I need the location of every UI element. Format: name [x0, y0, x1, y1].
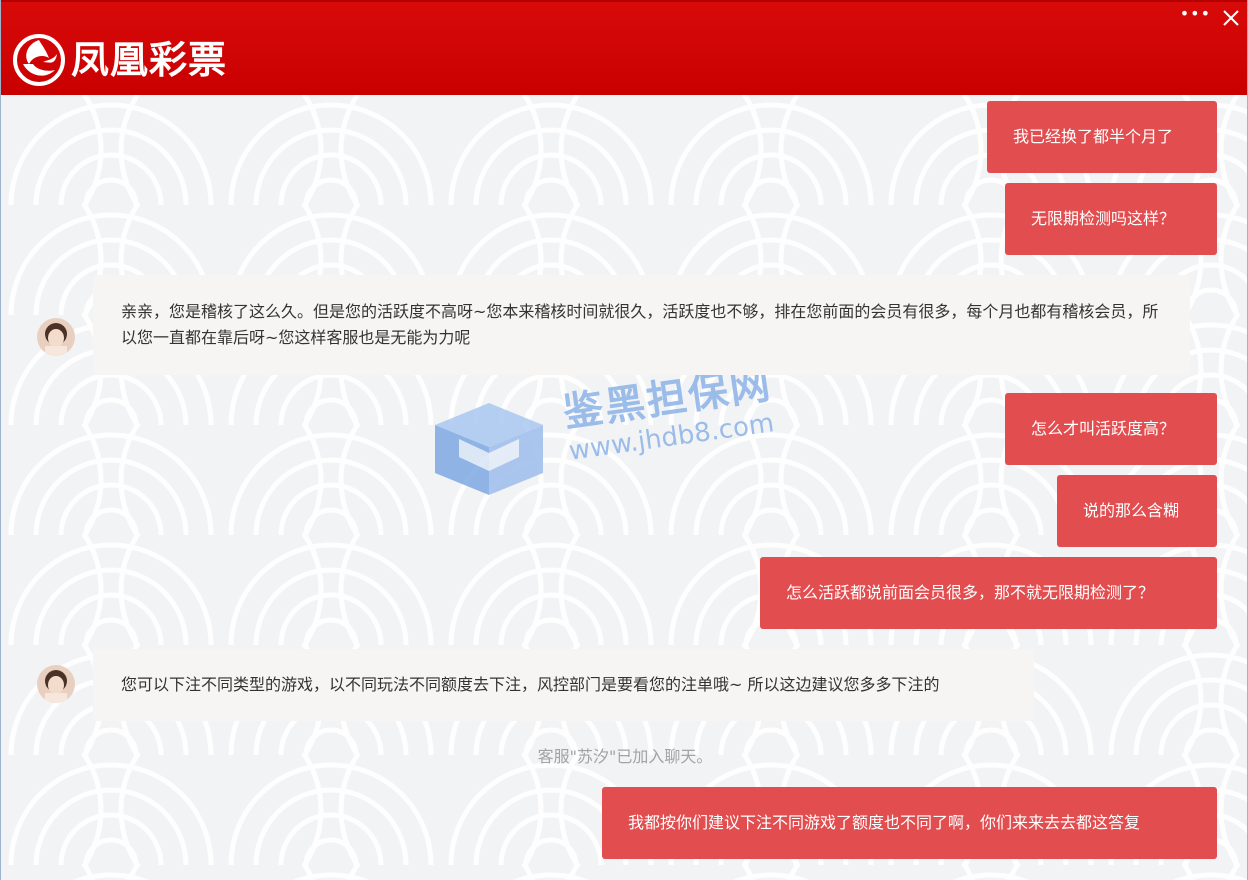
- message-text: 无限期检测吗这样？: [1031, 209, 1176, 228]
- avatar-image: [37, 665, 75, 703]
- outgoing-message[interactable]: 我已经换了都半个月了: [987, 101, 1217, 173]
- outgoing-message[interactable]: 无限期检测吗这样？: [1005, 183, 1217, 255]
- close-icon: [1223, 10, 1239, 26]
- outgoing-message[interactable]: 我都按你们建议下注不同游戏了额度也不同了啊，你们来来去去都这答复: [602, 787, 1217, 859]
- phoenix-logo-icon: [13, 34, 65, 86]
- agent-avatar[interactable]: [37, 665, 75, 703]
- message-text: 我都按你们建议下注不同游戏了额度也不同了啊，你们来来去去都这答复: [628, 813, 1141, 832]
- more-options-button[interactable]: •••: [1180, 4, 1211, 23]
- message-text: 怎么活跃都说前面会员很多，那不就无限期检测了？: [786, 583, 1155, 602]
- shield-logo-icon: [435, 403, 543, 495]
- outgoing-message[interactable]: 说的那么含糊: [1057, 475, 1217, 547]
- message-text: 亲亲，您是稽核了这么久。但是您的活跃度不高呀~您本来稽核时间就很久，活跃度也不够…: [121, 302, 1159, 347]
- close-button[interactable]: [1219, 6, 1243, 30]
- message-text: 怎么才叫活跃度高？: [1031, 419, 1176, 438]
- watermark: 鉴黑担保网 www.jhdb8.com: [429, 362, 809, 515]
- chat-area[interactable]: 鉴黑担保网 www.jhdb8.com 我已经换了都半个月了 无限期检测吗这样？…: [1, 95, 1247, 880]
- avatar-image: [37, 318, 75, 356]
- message-text: 说的那么含糊: [1083, 501, 1180, 520]
- outgoing-message[interactable]: 怎么活跃都说前面会员很多，那不就无限期检测了？: [760, 557, 1217, 629]
- chat-window: 凤凰彩票 ••• 鉴黑担保网 www.jhdb8.com 我已经换了都半个月了 …: [0, 0, 1248, 880]
- incoming-message[interactable]: 您可以下注不同类型的游戏，以不同玩法不同额度去下注，风控部门是要看您的注单哦~ …: [93, 649, 1034, 721]
- incoming-message[interactable]: 亲亲，您是稽核了这么久。但是您的活跃度不高呀~您本来稽核时间就很久，活跃度也不够…: [93, 275, 1190, 375]
- message-text: 您可以下注不同类型的游戏，以不同玩法不同额度去下注，风控部门是要看您的注单哦~ …: [121, 675, 940, 694]
- agent-avatar[interactable]: [37, 318, 75, 356]
- app-title: 凤凰彩票: [71, 38, 228, 82]
- message-text: 我已经换了都半个月了: [1013, 127, 1174, 146]
- outgoing-message[interactable]: 怎么才叫活跃度高？: [1005, 393, 1217, 465]
- app-logo: 凤凰彩票: [13, 34, 227, 86]
- title-bar: 凤凰彩票 •••: [1, 0, 1247, 95]
- system-note: 客服"苏汐"已加入聊天。: [537, 747, 713, 766]
